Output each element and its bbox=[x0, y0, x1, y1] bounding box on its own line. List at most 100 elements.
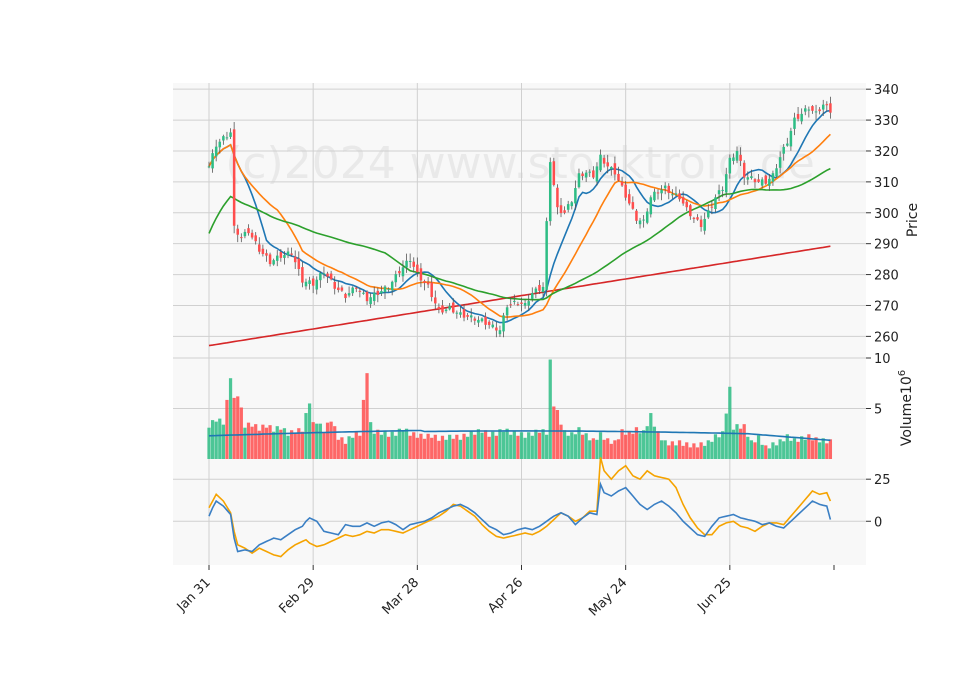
volume-bar-117 bbox=[627, 431, 631, 459]
volume-bar-125 bbox=[656, 431, 660, 459]
candle-body-54 bbox=[401, 267, 405, 277]
candle-body-60 bbox=[423, 281, 426, 283]
candle-body-118 bbox=[631, 202, 635, 209]
volume-bar-159 bbox=[778, 439, 782, 459]
candle-body-119 bbox=[635, 210, 638, 221]
candle-body-123 bbox=[649, 197, 653, 215]
volume-bar-75 bbox=[476, 429, 481, 459]
volume-axis-label: Volume106 bbox=[897, 370, 915, 446]
volume-bar-36 bbox=[336, 439, 340, 459]
volume-bar-22 bbox=[286, 435, 290, 459]
candle-body-90 bbox=[531, 293, 534, 299]
price-y-ticks: 260 270 280 290 300 310 320 330 340 bbox=[866, 83, 899, 345]
volume-bar-89 bbox=[527, 432, 531, 459]
volume-bar-56 bbox=[408, 435, 412, 459]
candle-body-127 bbox=[663, 185, 667, 189]
candle-body-15 bbox=[261, 248, 265, 254]
volume-bar-70 bbox=[458, 439, 463, 459]
volume-bar-62 bbox=[430, 437, 434, 459]
candle-body-96 bbox=[552, 161, 556, 185]
candle-body-42 bbox=[358, 290, 362, 292]
volume-bar-4 bbox=[221, 424, 225, 459]
volume-bar-103 bbox=[577, 427, 581, 459]
candle-body-24 bbox=[293, 256, 297, 263]
volume-tick-label-0: 5 bbox=[874, 403, 882, 418]
candle-body-133 bbox=[685, 201, 688, 208]
candle-body-125 bbox=[656, 192, 660, 194]
price-tick-label-7: 330 bbox=[874, 114, 899, 129]
x-tick-label-5: Jun 25 bbox=[694, 575, 734, 615]
volume-bar-82 bbox=[501, 431, 506, 459]
volume-bar-97 bbox=[555, 410, 560, 459]
volume-bar-63 bbox=[433, 434, 437, 459]
volume-bar-11 bbox=[246, 422, 251, 459]
candle-body-129 bbox=[671, 194, 674, 196]
volume-bar-154 bbox=[760, 444, 764, 459]
candle-body-30 bbox=[315, 279, 319, 290]
volume-axis-exponent-base: 10 bbox=[899, 376, 915, 394]
volume-bar-120 bbox=[638, 433, 642, 459]
volume-bar-59 bbox=[419, 433, 423, 459]
candle-body-173 bbox=[829, 103, 832, 113]
candle-body-46 bbox=[372, 292, 376, 302]
volume-bar-90 bbox=[530, 435, 534, 459]
volume-bar-109 bbox=[598, 432, 603, 459]
candle-body-134 bbox=[689, 205, 692, 217]
volume-axis-exponent-power: 6 bbox=[897, 370, 908, 376]
volume-bar-129 bbox=[670, 441, 674, 459]
candle-body-89 bbox=[527, 301, 530, 306]
volume-bar-37 bbox=[340, 437, 344, 459]
candle-body-150 bbox=[746, 177, 750, 180]
volume-bar-76 bbox=[480, 432, 484, 459]
candle-body-43 bbox=[362, 292, 365, 294]
volume-bar-57 bbox=[412, 432, 416, 459]
volume-bar-53 bbox=[397, 428, 401, 459]
volume-bar-54 bbox=[401, 430, 405, 459]
volume-bar-118 bbox=[631, 433, 635, 459]
candle-body-104 bbox=[581, 173, 584, 177]
candle-body-146 bbox=[732, 157, 735, 161]
candle-body-84 bbox=[509, 304, 512, 306]
candle-body-81 bbox=[498, 330, 502, 335]
volume-bar-38 bbox=[343, 443, 348, 459]
candle-body-149 bbox=[742, 162, 746, 178]
candle-body-35 bbox=[333, 281, 336, 289]
candle-body-3 bbox=[218, 141, 222, 148]
candle-body-147 bbox=[735, 150, 739, 161]
candle-body-170 bbox=[818, 109, 821, 112]
candle-body-139 bbox=[707, 210, 710, 218]
volume-bar-35 bbox=[333, 426, 337, 459]
candle-body-19 bbox=[275, 255, 279, 261]
candle-body-34 bbox=[329, 273, 333, 280]
volume-bar-158 bbox=[774, 445, 779, 459]
volume-bar-69 bbox=[455, 434, 459, 459]
candle-body-76 bbox=[480, 318, 484, 322]
volume-bar-50 bbox=[386, 436, 391, 459]
candle-body-116 bbox=[624, 184, 627, 198]
candle-body-140 bbox=[710, 206, 714, 208]
volume-bar-52 bbox=[394, 435, 398, 459]
candle-body-171 bbox=[821, 104, 825, 110]
candle-body-51 bbox=[390, 281, 394, 291]
stock-chart: (c)2024 www.stocktroid.de 26027028029030… bbox=[173, 83, 921, 619]
candle-body-22 bbox=[286, 251, 290, 256]
candle-body-66 bbox=[444, 309, 448, 312]
volume-bar-136 bbox=[695, 447, 700, 459]
candle-body-167 bbox=[807, 109, 811, 111]
volume-bar-65 bbox=[440, 435, 445, 459]
x-tick-label-1: Feb 29 bbox=[276, 575, 318, 617]
candle-body-87 bbox=[520, 302, 523, 304]
volume-bar-10 bbox=[243, 427, 247, 459]
volume-bar-32 bbox=[322, 432, 326, 459]
candle-body-73 bbox=[469, 315, 473, 318]
candle-body-99 bbox=[563, 210, 566, 213]
candle-body-141 bbox=[714, 197, 717, 209]
volume-bar-113 bbox=[613, 440, 617, 459]
volume-bar-121 bbox=[642, 430, 646, 459]
volume-bar-80 bbox=[494, 435, 498, 459]
volume-bar-134 bbox=[688, 447, 692, 459]
candle-body-64 bbox=[437, 306, 441, 310]
candle-body-80 bbox=[495, 327, 498, 331]
candle-body-82 bbox=[502, 315, 505, 332]
candle-body-124 bbox=[653, 191, 656, 201]
